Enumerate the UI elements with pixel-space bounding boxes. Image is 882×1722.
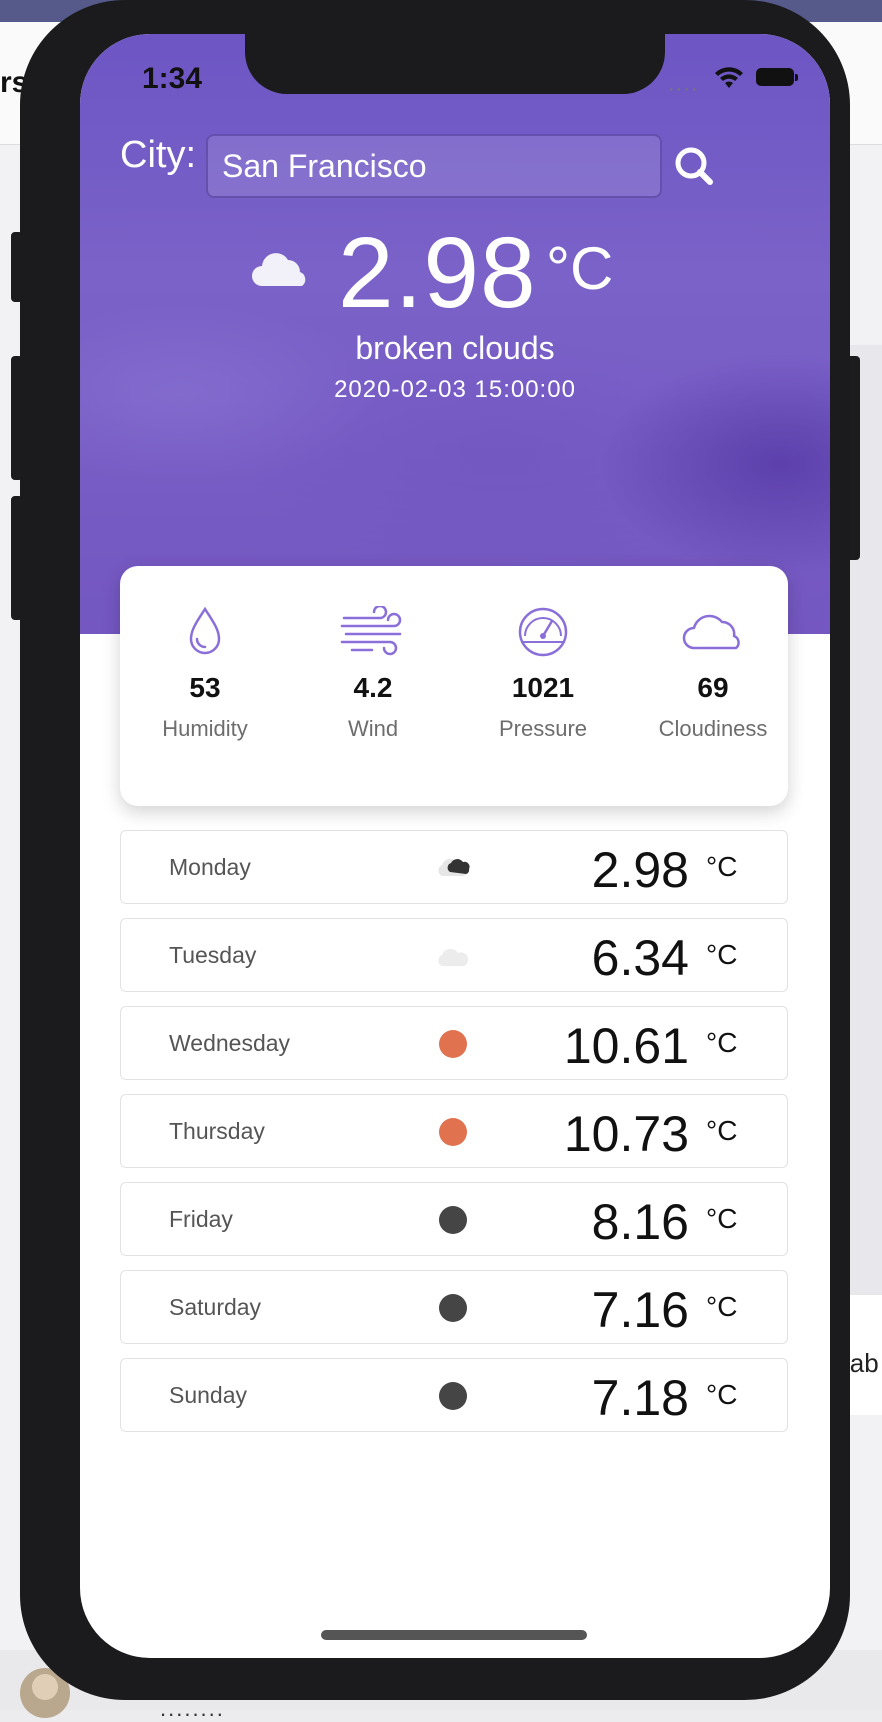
stat-humidity: 53 Humidity <box>120 606 290 742</box>
stat-cloudiness: 69 Cloudiness <box>628 606 798 742</box>
forecast-unit: °C <box>706 1291 738 1322</box>
weather-description: broken clouds <box>355 330 555 366</box>
pressure-label: Pressure <box>498 716 588 741</box>
forecast-unit: °C <box>706 1115 738 1146</box>
home-indicator[interactable] <box>321 1630 587 1640</box>
forecast-row-saturday[interactable]: Saturday 7.16 °C <box>120 1270 788 1344</box>
cloud-icon <box>252 253 306 286</box>
forecast-row-wednesday[interactable]: Wednesday 10.61 °C <box>120 1006 788 1080</box>
cloudiness-value: 69 <box>697 672 729 703</box>
stat-wind: 4.2 Wind <box>288 606 458 742</box>
forecast-row-sunday[interactable]: Sunday 7.18 °C <box>120 1358 788 1432</box>
forecast-day: Friday <box>169 1206 233 1232</box>
cloudiness-label: Cloudiness <box>658 716 768 741</box>
forecast-day: Tuesday <box>169 942 257 968</box>
wind-icon <box>340 606 402 656</box>
forecast-temperature: 6.34 <box>591 930 689 986</box>
humidity-label: Humidity <box>162 716 248 741</box>
phone-notch <box>245 34 665 94</box>
forecast-row-monday[interactable]: Monday 2.98 °C <box>120 830 788 904</box>
humidity-value: 53 <box>189 672 221 703</box>
stat-pressure: 1021 Pressure <box>458 606 628 742</box>
pressure-gauge-icon <box>518 607 568 657</box>
battery-icon <box>756 68 798 86</box>
forecast-day: Wednesday <box>169 1030 291 1056</box>
forecast-unit: °C <box>706 1379 738 1410</box>
city-input[interactable] <box>206 134 662 198</box>
forecast-day: Thursday <box>169 1118 265 1144</box>
status-time: 1:34 <box>142 62 203 95</box>
pressure-value: 1021 <box>511 672 575 703</box>
phone-screen: 1:34 ···· City: 2.98 <box>80 34 830 1658</box>
status-icons: ···· <box>668 64 808 100</box>
dark-dot-icon <box>439 1206 467 1234</box>
current-temperature: 2.98 <box>338 217 537 329</box>
sun-dot-icon <box>439 1030 467 1058</box>
wind-value: 4.2 <box>353 672 393 703</box>
forecast-unit: °C <box>706 851 738 882</box>
city-label: City: <box>120 134 196 176</box>
forecast-row-friday[interactable]: Friday 8.16 °C <box>120 1182 788 1256</box>
forecast-temperature: 8.16 <box>591 1194 689 1250</box>
phone-frame: 1:34 ···· City: 2.98 <box>20 0 850 1700</box>
forecast-row-tuesday[interactable]: Tuesday 6.34 °C <box>120 918 788 992</box>
current-temperature-unit: °C <box>546 235 614 302</box>
forecast-unit: °C <box>706 939 738 970</box>
wifi-icon <box>715 67 743 88</box>
forecast-temperature: 10.73 <box>563 1106 689 1162</box>
broken-clouds-icon <box>438 858 470 876</box>
forecast-day: Monday <box>169 854 251 880</box>
cellular-signal-icon: ···· <box>668 78 699 100</box>
dark-dot-icon <box>439 1294 467 1322</box>
forecast-row-thursday[interactable]: Thursday 10.73 °C <box>120 1094 788 1168</box>
forecast-temperature: 2.98 <box>591 842 689 898</box>
forecast-unit: °C <box>706 1027 738 1058</box>
forecast-temperature: 7.16 <box>591 1282 689 1338</box>
weather-stats-card: 53 Humidity 4.2 Wind 1021 Pressure 69 Cl… <box>120 566 788 806</box>
forecast-day: Sunday <box>169 1382 248 1408</box>
light-cloud-icon <box>438 948 469 966</box>
search-icon <box>675 147 713 185</box>
weather-hero: 1:34 ···· City: 2.98 <box>80 34 830 634</box>
forecast-day: Saturday <box>169 1294 262 1320</box>
sun-dot-icon <box>439 1118 467 1146</box>
forecast-temperature: 7.18 <box>591 1370 689 1426</box>
forecast-temperature: 10.61 <box>563 1018 689 1074</box>
search-button[interactable] <box>672 134 716 198</box>
forecast-unit: °C <box>706 1203 738 1234</box>
cloud-outline-icon <box>682 614 740 650</box>
wind-label: Wind <box>347 716 399 741</box>
weather-datetime: 2020-02-03 15:00:00 <box>334 376 576 403</box>
humidity-drop-icon <box>189 606 221 655</box>
dark-dot-icon <box>439 1382 467 1410</box>
